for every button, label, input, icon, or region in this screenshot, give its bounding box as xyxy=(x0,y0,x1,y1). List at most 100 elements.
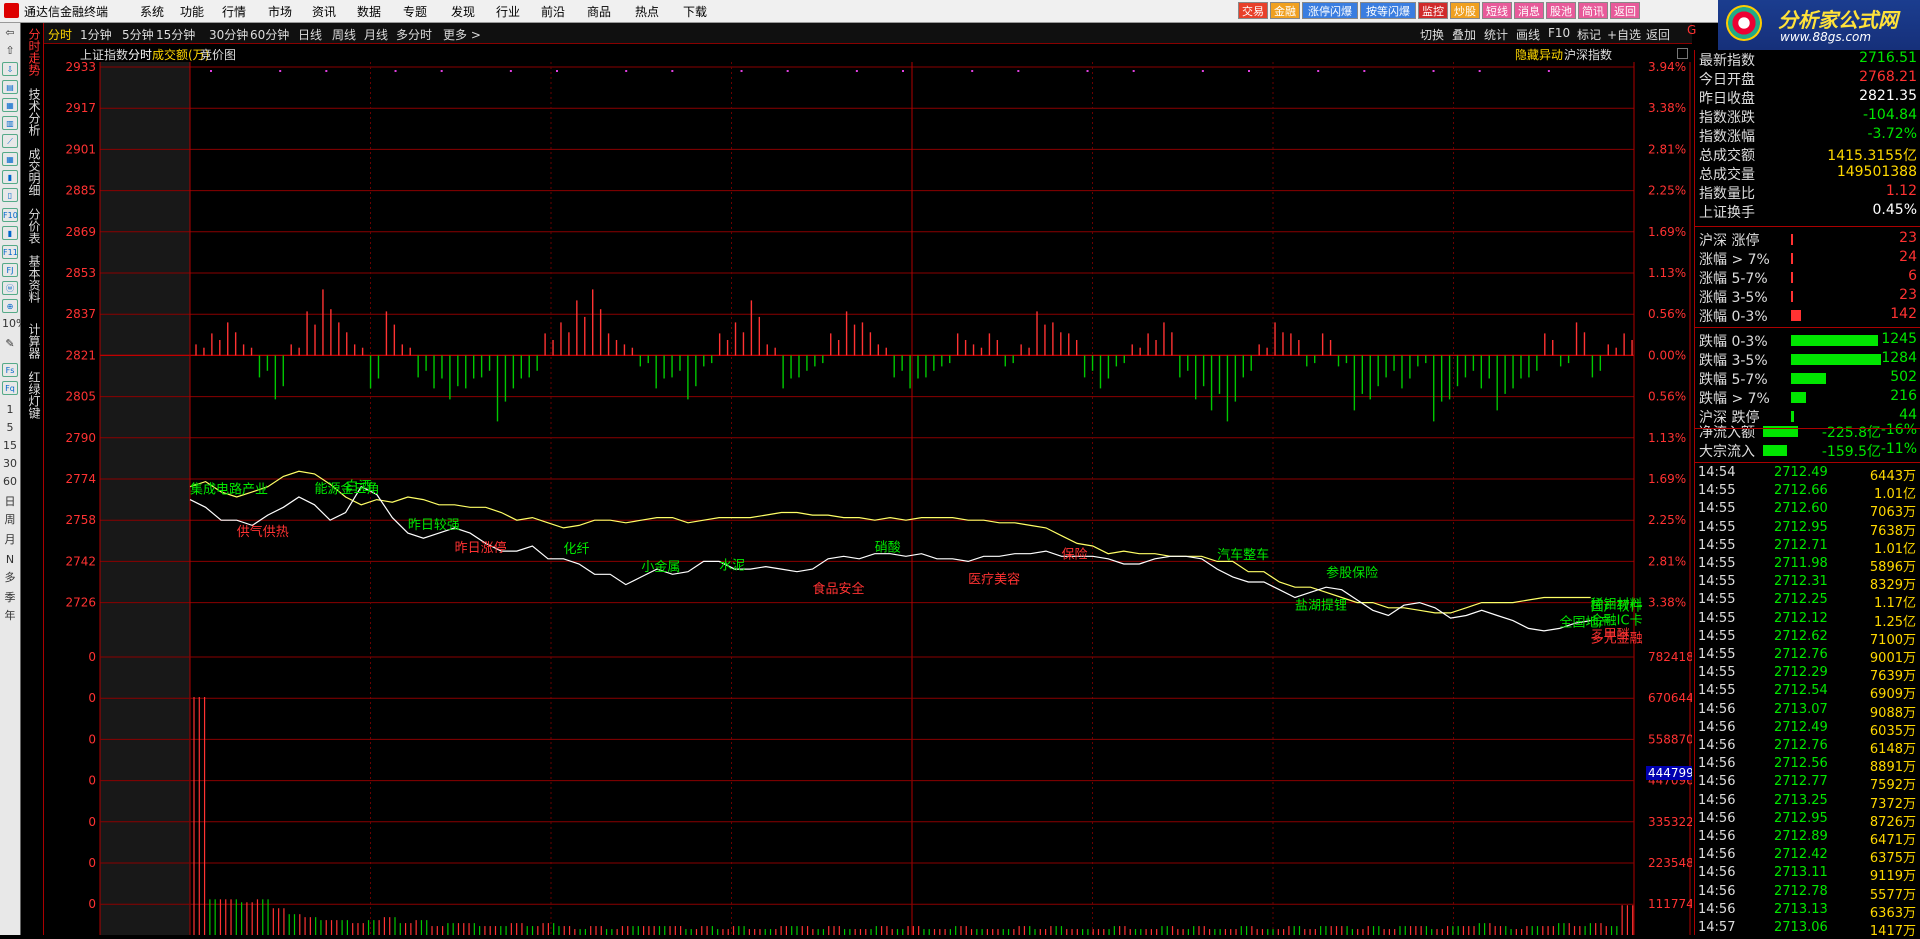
period-4[interactable]: 30分钟 xyxy=(209,26,248,43)
vtab-0[interactable]: 分时走势 xyxy=(24,28,41,76)
left-tool-14-icon[interactable]: ⓦ xyxy=(2,281,18,295)
trade-row: 14:56 2712.49 6035万 xyxy=(1698,720,1916,739)
sector-tag-17: 金融IC卡 xyxy=(1591,613,1643,629)
period-right-3[interactable]: 画线 xyxy=(1516,26,1540,43)
left-tool-24-icon[interactable]: 60 xyxy=(2,475,18,489)
top-button-3[interactable]: 按等闪爆 xyxy=(1360,2,1416,19)
left-tool-7-icon[interactable]: ▦ xyxy=(2,152,18,166)
left-tool-16[interactable]: 10% xyxy=(2,317,26,331)
period-right-7[interactable]: 返回 xyxy=(1646,26,1670,43)
left-tool-11-icon[interactable]: ▮ xyxy=(2,226,18,240)
menu-item-0[interactable]: 系统 xyxy=(140,3,164,20)
period-1[interactable]: 1分钟 xyxy=(80,26,112,43)
top-button-1[interactable]: 金融 xyxy=(1270,2,1300,19)
auction-toggle[interactable]: 竞价图 xyxy=(200,46,236,63)
menu-item-11[interactable]: 热点 xyxy=(635,3,659,20)
period-5[interactable]: 60分钟 xyxy=(250,26,289,43)
stat-row-8: 上证换手 0.45% xyxy=(1699,202,1917,221)
left-tool-15-icon[interactable]: ⊕ xyxy=(2,299,18,313)
period-right-5[interactable]: 标记 xyxy=(1577,26,1601,43)
left-tool-27-icon[interactable]: 月 xyxy=(2,533,18,547)
vtab-2[interactable]: 成交明细 xyxy=(24,148,41,196)
period-right-2[interactable]: 统计 xyxy=(1484,26,1508,43)
left-tool-0-icon[interactable]: ⇦ xyxy=(2,26,18,40)
menu-item-1[interactable]: 功能 xyxy=(180,3,204,20)
vtab-5[interactable]: 计算器 xyxy=(24,323,41,359)
menu-item-4[interactable]: 资讯 xyxy=(312,3,336,20)
top-button-0[interactable]: 交易 xyxy=(1238,2,1268,19)
intraday-chart[interactable]: 2933 3.94% 2917 3.38% 2901 2.81% 2885 2.25% 2869… xyxy=(44,62,1692,935)
period-6[interactable]: 日线 xyxy=(298,26,322,43)
sector-tag-1: 供气供热 xyxy=(237,524,289,540)
left-tool-28-icon[interactable]: N xyxy=(2,553,18,567)
top-button-5[interactable]: 炒股 xyxy=(1450,2,1480,19)
left-tool-6-icon[interactable]: ⟋ xyxy=(2,134,18,148)
top-button-10[interactable]: 返回 xyxy=(1610,2,1640,19)
period-right-6[interactable]: +自选 xyxy=(1607,26,1641,43)
left-tool-5-icon[interactable]: ▥ xyxy=(2,116,18,130)
vtab-6[interactable]: 红绿灯键 xyxy=(24,371,41,419)
left-tool-17-icon[interactable]: ✎ xyxy=(2,337,18,351)
left-tool-25-icon[interactable]: 日 xyxy=(2,495,18,509)
menu-item-6[interactable]: 专题 xyxy=(403,3,427,20)
left-tool-13-icon[interactable]: FJ xyxy=(2,263,18,277)
trade-price: 2712.95 xyxy=(1774,810,1828,826)
period-7[interactable]: 周线 xyxy=(332,26,356,43)
left-tool-12[interactable]: F11 xyxy=(2,245,18,259)
left-tool-2-icon[interactable]: ⇩ xyxy=(2,62,18,76)
trade-time: 14:56 xyxy=(1698,901,1736,917)
trade-time: 14:56 xyxy=(1698,865,1736,881)
period-9[interactable]: 多分时 xyxy=(396,26,432,43)
vtab-1[interactable]: 技术分析 xyxy=(24,88,41,136)
left-tool-3-icon[interactable]: ▤ xyxy=(2,80,18,94)
trade-price: 2712.76 xyxy=(1774,647,1828,662)
menu-item-3[interactable]: 市场 xyxy=(268,3,292,20)
top-button-8[interactable]: 股池 xyxy=(1546,2,1576,19)
left-tool-22-icon[interactable]: 15 xyxy=(2,439,18,453)
left-tool-9-icon[interactable]: ▯ xyxy=(2,188,18,202)
menu-item-5[interactable]: 数据 xyxy=(357,3,381,20)
trade-row: 14:56 2713.07 9088万 xyxy=(1698,702,1916,721)
stat-value: 2716.51 xyxy=(1859,50,1917,66)
period-right-4[interactable]: F10 xyxy=(1548,26,1570,40)
left-tool-23-icon[interactable]: 30 xyxy=(2,457,18,471)
menu-item-10[interactable]: 商品 xyxy=(587,3,611,20)
left-tool-18-icon[interactable]: Fs xyxy=(2,363,18,377)
period-2[interactable]: 5分钟 xyxy=(122,26,154,43)
left-tool-30-icon[interactable]: 季 xyxy=(2,591,18,605)
top-button-9[interactable]: 简讯 xyxy=(1578,2,1608,19)
period-3[interactable]: 15分钟 xyxy=(156,26,195,43)
vtab-4[interactable]: 基本资料 xyxy=(24,255,41,303)
left-tool-19-icon[interactable]: Fq xyxy=(2,381,18,395)
vtab-3[interactable]: 分价表 xyxy=(24,208,41,244)
menu-item-9[interactable]: 前沿 xyxy=(541,3,565,20)
top-button-7[interactable]: 消息 xyxy=(1514,2,1544,19)
left-tool-21-icon[interactable]: 5 xyxy=(2,421,18,435)
menu-item-7[interactable]: 发现 xyxy=(451,3,475,20)
left-tool-20-icon[interactable]: 1 xyxy=(2,403,18,417)
left-tool-1-icon[interactable]: ⇧ xyxy=(2,44,18,58)
top-button-6[interactable]: 短线 xyxy=(1482,2,1512,19)
period-10[interactable]: 更多 > xyxy=(443,26,481,43)
left-tool-31-icon[interactable]: 年 xyxy=(2,609,18,623)
hide-anomaly-toggle[interactable]: 隐藏异动 xyxy=(1515,46,1563,63)
menu-item-12[interactable]: 下载 xyxy=(683,3,707,20)
top-button-4[interactable]: 监控 xyxy=(1418,2,1448,19)
brand-banner[interactable]: 分析家公式网 www.88gs.com xyxy=(1718,0,1920,50)
period-right-0[interactable]: 切换 xyxy=(1420,26,1444,43)
left-tool-26-icon[interactable]: 周 xyxy=(2,513,18,527)
menu-item-2[interactable]: 行情 xyxy=(222,3,246,20)
period-right-1[interactable]: 叠加 xyxy=(1452,26,1476,43)
expand-icon[interactable] xyxy=(1677,48,1688,59)
period-0[interactable]: 分时 xyxy=(48,26,72,43)
period-8[interactable]: 月线 xyxy=(364,26,388,43)
flow-row-1: 大宗流入 -159.5亿 -11% xyxy=(1699,441,1917,460)
menu-item-8[interactable]: 行业 xyxy=(496,3,520,20)
top-button-2[interactable]: 涨停闪爆 xyxy=(1302,2,1358,19)
left-tool-10[interactable]: F10 xyxy=(2,208,18,222)
compare-index[interactable]: 沪深指数 xyxy=(1564,46,1612,63)
trade-ticks-list[interactable]: 14:54 2712.49 6443万 14:55 2712.66 1.01亿 14:55 2… xyxy=(1694,465,1920,939)
left-tool-29-icon[interactable]: 多 xyxy=(2,571,18,585)
left-tool-4-icon[interactable]: ▦ xyxy=(2,98,18,112)
left-tool-8-icon[interactable]: ▮ xyxy=(2,170,18,184)
